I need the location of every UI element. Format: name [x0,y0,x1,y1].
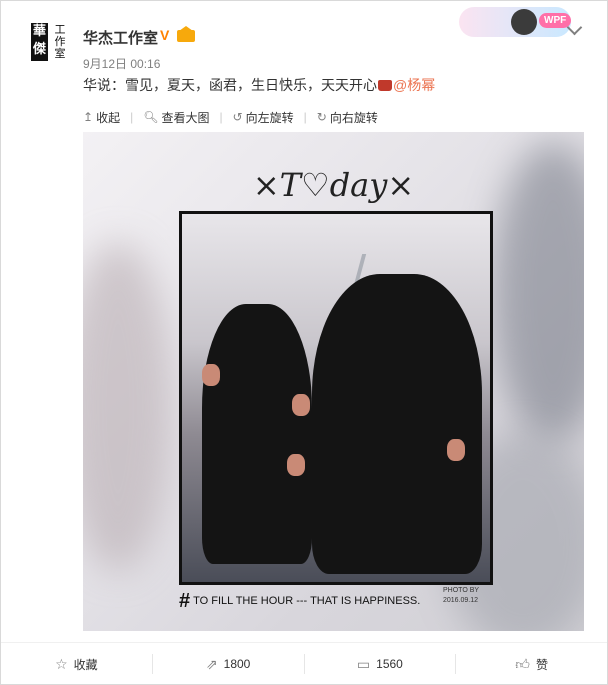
cake-emoji-icon [378,80,392,91]
rotate-right-button[interactable]: ↻ 向右旋转 [317,109,378,126]
view-large-button[interactable]: 🔍︎ 查看大图 [143,109,209,126]
comment-button[interactable]: ▭ 1560 [305,654,457,674]
repost-icon: ⇗ [205,655,218,672]
comment-count: 1560 [376,657,403,671]
photo-person [312,274,482,574]
like-label: 赞 [535,657,548,672]
photo-headline: ×T♡day× [252,166,415,204]
avatar-decoration-icon [511,9,537,35]
peace-sign-icon [447,439,465,461]
post-timestamp[interactable]: 9月12日 00:16 [83,55,160,72]
post-text-body: 华说：雪见，夏天，函君，生日快乐，天天开心 [83,77,377,93]
vip-crown-icon [177,26,195,42]
caption-hash: # [179,590,191,612]
rotate-left-label: 向左旋转 [245,110,294,125]
photo-by-label: PHOTO BY [443,587,480,594]
repost-button[interactable]: ⇗ 1800 [153,654,305,674]
rotate-left-icon: ↺ [232,110,243,124]
author-name[interactable]: 华杰工作室 [83,27,158,48]
photo-person [202,304,312,564]
toolbar-divider: | [219,110,223,124]
image-toolbar: ↥ 收起 | 🔍︎ 查看大图 | ↺ 向左旋转 | ↻ 向右旋转 [83,107,388,127]
rotate-right-label: 向右旋转 [329,110,378,125]
toolbar-divider: | [130,110,134,124]
rotate-right-icon: ↻ [316,110,327,124]
favorite-label: 收藏 [73,657,98,672]
favorite-button[interactable]: ☆ 收藏 [1,654,153,674]
photo-caption: # TO FILL THE HOUR --- THAT IS HAPPINESS. [179,590,420,613]
caption-text: TO FILL THE HOUR --- THAT IS HAPPINESS. [193,595,421,607]
search-icon: 🔍︎ [143,110,159,124]
view-large-label: 查看大图 [161,110,210,125]
weibo-post-card: 華傑 工作室 华杰工作室 V WPF 9月12日 00:16 华说：雪见，夏天，… [0,0,608,685]
like-button[interactable]: 👍︎ 赞 [456,654,607,674]
star-icon: ☆ [55,655,68,672]
mention-link[interactable]: @杨幂 [393,77,435,93]
collapse-button[interactable]: ↥ 收起 [83,109,120,126]
verified-v-icon: V [160,27,170,43]
avatar-seal: 華傑 [31,23,48,61]
comment-icon: ▭ [356,655,371,672]
banner-badge: WPF [539,13,572,28]
decorative-banner: WPF [459,7,572,37]
post-actions: ☆ 收藏 ⇗ 1800 ▭ 1560 👍︎ 赞 [1,642,607,685]
photo-credit: PHOTO BY 2016.09.12 [443,586,479,606]
collapse-arrow-icon: ↥ [83,110,94,124]
photo-frame [179,211,493,585]
post-text: 华说：雪见，夏天，函君，生日快乐，天天开心 @杨幂 [83,75,435,95]
thumbs-up-icon: 👍︎ [515,655,530,672]
toolbar-divider: | [303,110,307,124]
collapse-label: 收起 [96,110,121,125]
repost-count: 1800 [223,657,251,671]
peace-sign-icon [292,394,310,416]
post-photo[interactable]: ×T♡day× # TO FILL THE HOUR --- THAT IS HA… [83,132,584,631]
peace-sign-icon [287,454,305,476]
photo-blur-shape [83,242,173,572]
photo-date: 2016.09.12 [443,597,479,604]
peace-sign-icon [202,364,220,386]
rotate-left-button[interactable]: ↺ 向左旋转 [233,109,294,126]
avatar-text: 工作室 [54,23,66,60]
avatar[interactable]: 華傑 工作室 [31,23,69,61]
